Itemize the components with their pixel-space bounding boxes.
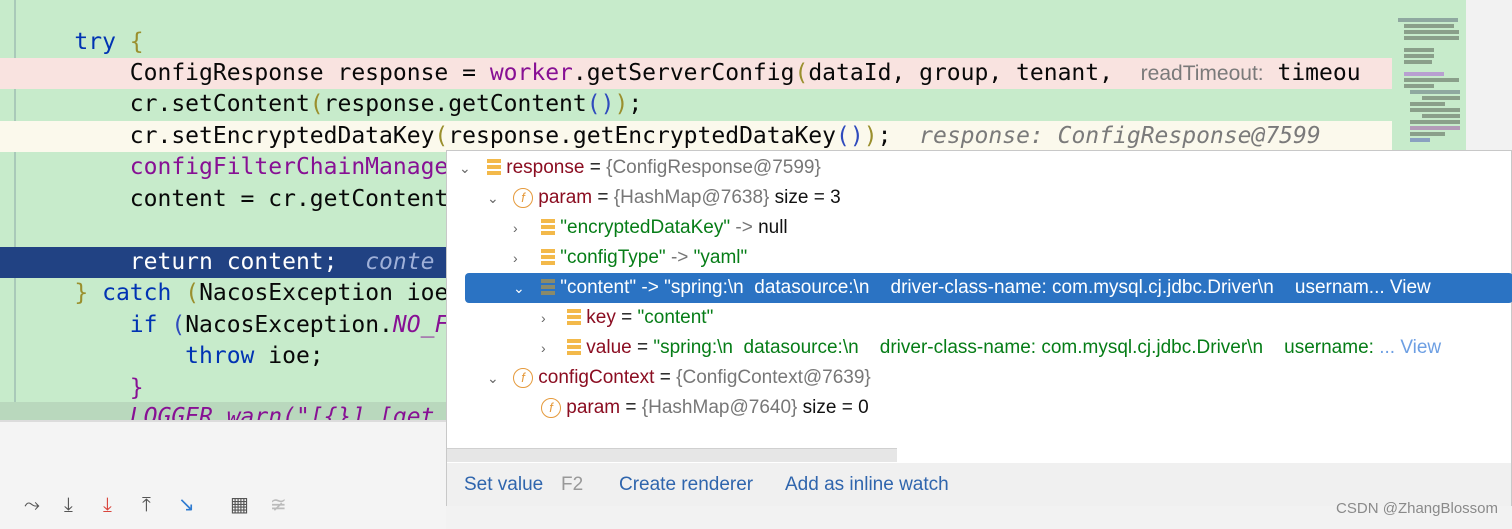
- set-value-link[interactable]: Set value: [464, 463, 543, 506]
- tree-node-configcontext[interactable]: ⌄ f configContext = {ConfigContext@7639}: [447, 363, 1512, 393]
- code-line[interactable]: cr.setEncryptedDataKey(response.getEncry…: [0, 121, 1392, 152]
- tree-node-param[interactable]: ⌄ f param = {HashMap@7638} size = 3: [447, 183, 1512, 213]
- chevron-down-icon[interactable]: ⌄: [459, 153, 471, 183]
- field-icon: f: [513, 367, 533, 388]
- shortcut-hint: F2: [561, 474, 584, 495]
- chevron-right-icon[interactable]: ›: [541, 333, 546, 363]
- chevron-right-icon[interactable]: ›: [513, 213, 518, 243]
- entry-icon: [567, 308, 581, 327]
- chevron-down-icon[interactable]: ⌄: [513, 273, 525, 303]
- show-execution-point-icon[interactable]: ⤳: [24, 492, 40, 516]
- code-line[interactable]: try {: [0, 27, 1392, 58]
- entry-icon: [541, 248, 555, 267]
- evaluate-expression-icon[interactable]: ▦: [230, 492, 249, 516]
- chevron-right-icon[interactable]: ›: [513, 243, 518, 273]
- tree-node-response[interactable]: ⌄ response = {ConfigResponse@7599}: [447, 153, 1512, 183]
- force-step-into-icon[interactable]: ⤓: [103, 492, 112, 516]
- minimap[interactable]: [1392, 0, 1466, 150]
- chevron-down-icon[interactable]: ⌄: [487, 183, 499, 213]
- step-out-icon[interactable]: ⤒: [142, 492, 151, 516]
- field-list-icon: [487, 158, 501, 177]
- chevron-down-icon[interactable]: ⌄: [487, 363, 499, 393]
- tree-node-key[interactable]: › key = "content": [447, 303, 1512, 333]
- field-icon: f: [541, 397, 561, 418]
- right-panel: [1466, 0, 1512, 150]
- tree-node-value[interactable]: › value = "spring:\n datasource:\n drive…: [447, 333, 1512, 363]
- trace-stream-icon[interactable]: ≆: [270, 492, 287, 516]
- field-icon: f: [513, 187, 533, 208]
- horizontal-scrollbar[interactable]: [447, 448, 897, 462]
- entry-icon: [541, 218, 555, 237]
- tree-node-entry[interactable]: › "encryptedDataKey" -> null: [447, 213, 1512, 243]
- chevron-right-icon[interactable]: ›: [541, 303, 546, 333]
- view-link[interactable]: ... View: [1379, 337, 1441, 358]
- param-hint: readTimeout:: [1140, 62, 1264, 85]
- entry-icon: [567, 338, 581, 357]
- code-line-breakpoint[interactable]: ConfigResponse response = worker.getServ…: [0, 58, 1392, 89]
- add-inline-watch-link[interactable]: Add as inline watch: [785, 463, 949, 506]
- tree-node-entry[interactable]: › "configType" -> "yaml": [447, 243, 1512, 273]
- entry-icon: [541, 278, 555, 297]
- debug-value-popup: ⌄ response = {ConfigResponse@7599} ⌄ f pa…: [446, 150, 1512, 506]
- debug-toolbar: ⤳ ⤓ ⤓ ⤒ ↘ ▦ ≆: [0, 420, 446, 529]
- create-renderer-link[interactable]: Create renderer: [619, 463, 753, 506]
- step-over-icon[interactable]: ⤓: [64, 492, 73, 516]
- run-to-cursor-icon[interactable]: ↘: [178, 492, 195, 516]
- code-line[interactable]: cr.setContent(response.getContent());: [0, 89, 1392, 120]
- tree-node-param[interactable]: f param = {HashMap@7640} size = 0: [447, 393, 1512, 423]
- tree-node-entry-selected[interactable]: ⌄ "content" -> "spring:\n datasource:\n …: [465, 273, 1512, 303]
- view-link[interactable]: View: [1385, 277, 1431, 298]
- watermark: CSDN @ZhangBlossom: [1336, 500, 1498, 517]
- inline-debug-value: response: ConfigResponse@7599: [919, 123, 1321, 149]
